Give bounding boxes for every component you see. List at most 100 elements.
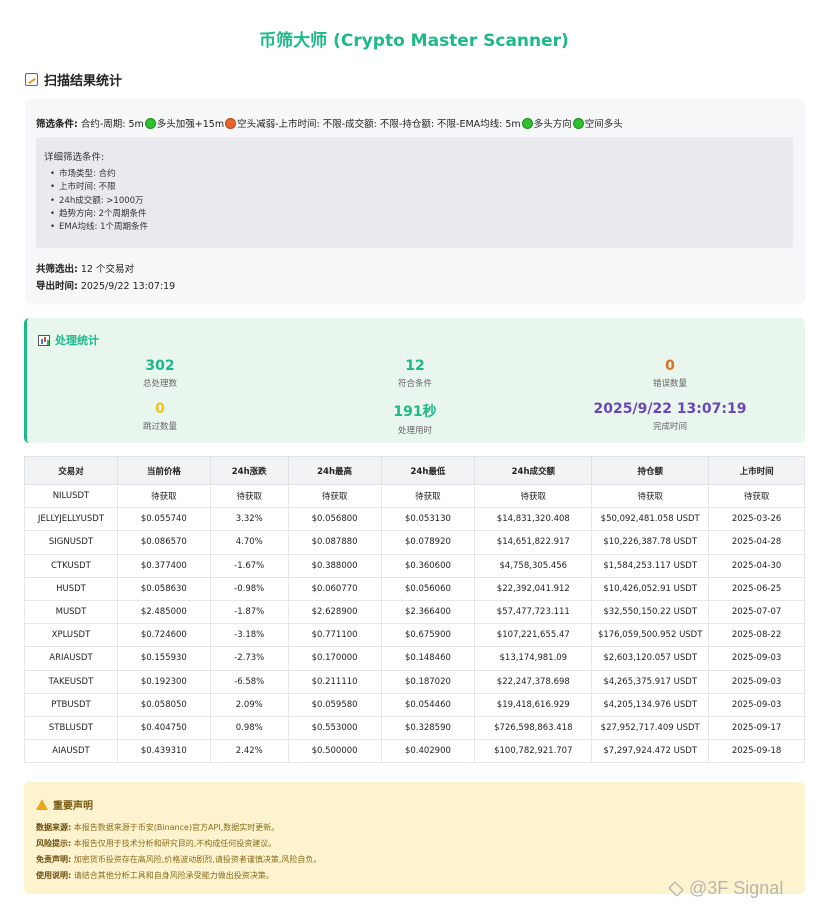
table-row[interactable]: TAKEUSDT $0.192300 -6.58% $0.211110 $0.18702…	[24, 669, 805, 694]
table-body: NILUSDT 待获取 待获取 待获取 待获取 待获取 待获取 待获取 JELLYJELLYUS…	[24, 483, 805, 764]
table-row[interactable]: STBLUSDT $0.404750 0.98% $0.553000 $0.328590…	[24, 715, 805, 741]
detail-conditions-box: 详细筛选条件: 市场类型: 合约 上市时间: 不限 24h成交额: >1000万…	[36, 137, 793, 248]
table-cell: $2.485000	[116, 599, 211, 625]
symbol-cell: NILUSDT	[24, 483, 118, 509]
table-row[interactable]: JELLYJELLYUSDT $0.055740 3.32% $0.056800 $0.…	[24, 507, 805, 532]
clipboard-chart-icon	[25, 73, 38, 86]
table-cell: $22,247,378.698	[474, 669, 593, 694]
table-cell: 2025-04-28	[708, 530, 805, 555]
table-cell: 待获取	[209, 483, 289, 509]
column-header[interactable]: 24h最高	[287, 456, 382, 485]
metric-label: 错误数量	[652, 379, 687, 389]
table-cell: 2025-08-22	[708, 623, 805, 648]
metric-completed: 2025/9/22 13:07:19 完成时间	[570, 401, 770, 432]
table-cell: $0.148460	[380, 646, 476, 671]
metric-value: 2025/9/22 13:07:19	[593, 401, 747, 417]
list-item: EMA均线: 1个周期条件	[50, 221, 148, 234]
green-circle-icon	[521, 118, 533, 129]
table-cell: $4,758,305.456	[474, 553, 593, 578]
notice-text: 本报告仅用于技术分析和研究目的,不构成任何投资建议。	[71, 839, 277, 848]
notice-heading: 重要声明	[36, 797, 93, 812]
table-row[interactable]: ARIAUSDT $0.155930 -2.73% $0.170000 $0.14846…	[24, 646, 805, 671]
table-cell: $0.404750	[116, 715, 211, 741]
table-cell: 2025-09-17	[708, 715, 805, 741]
table-cell: $0.377400	[116, 553, 211, 578]
bar-chart-icon	[38, 334, 50, 346]
column-header[interactable]: 24h最低	[380, 456, 476, 485]
table-cell: $0.500000	[287, 739, 382, 764]
table-cell: 3.32%	[209, 507, 289, 532]
table-cell: $176,059,500.952 USDT	[591, 623, 710, 648]
table-cell: $0.724600	[116, 623, 211, 648]
table-row[interactable]: SIGNUSDT $0.086570 4.70% $0.087880 $0.078920…	[24, 530, 805, 555]
table-cell: 4.70%	[209, 530, 289, 555]
table-cell: $0.056060	[380, 576, 476, 601]
metric-matched: 12 符合条件	[315, 358, 515, 389]
scan-results-card: 筛选条件: 合约-周期: 5m 多头加强+15m 空头减弱-上市时间: 不限-成交额…	[25, 99, 805, 304]
table-cell: $10,226,387.78 USDT	[591, 530, 710, 555]
table-cell: $0.402900	[380, 739, 476, 764]
metric-value: 191秒	[393, 404, 437, 420]
symbol-cell: XPLUSDT	[24, 623, 118, 648]
notice-line: 使用说明: 请结合其他分析工具和自身风险承受能力做出投资决策。	[36, 870, 274, 881]
section-heading: 扫描结果统计	[25, 70, 122, 89]
table-header-row: 交易对 当前价格 24h涨跌 24h最高 24h最低 24h成交额 持仓额 上市…	[24, 456, 805, 485]
table-row[interactable]: MUSDT $2.485000 -1.87% $2.628900 $2.366400 $5…	[24, 599, 805, 625]
symbol-cell: STBLUSDT	[24, 715, 118, 741]
symbol-cell: ARIAUSDT	[24, 646, 118, 671]
filter-conditions: 筛选条件: 合约-周期: 5m 多头加强+15m 空头减弱-上市时间: 不限-成交额…	[36, 116, 623, 130]
table-cell: 待获取	[708, 483, 805, 509]
column-header[interactable]: 当前价格	[116, 456, 211, 485]
column-header[interactable]: 持仓额	[591, 456, 710, 485]
table-cell: $0.675900	[380, 623, 476, 648]
processing-title: 处理统计	[55, 334, 99, 347]
table-cell: $0.087880	[287, 530, 382, 555]
table-cell: $0.058050	[116, 692, 211, 717]
column-header[interactable]: 交易对	[24, 456, 118, 485]
table-cell: $0.058630	[116, 576, 211, 601]
column-header[interactable]: 24h成交额	[474, 456, 593, 485]
table-cell: $0.155930	[116, 646, 211, 671]
list-item: 24h成交额: >1000万	[50, 195, 148, 208]
processing-heading: 处理统计	[38, 332, 99, 348]
column-header[interactable]: 上市时间	[708, 456, 805, 485]
table-cell: $14,651,822.917	[474, 530, 593, 555]
notice-line: 免责声明: 加密货币投资存在高风险,价格波动剧烈,请投资者谨慎决策,风险自负。	[36, 854, 321, 865]
symbol-cell: HUSDT	[24, 576, 118, 601]
export-value: 2025/9/22 13:07:19	[77, 281, 176, 292]
table-cell: $57,477,723.111	[474, 599, 593, 625]
list-item: 趋势方向: 2个周期条件	[50, 208, 148, 221]
table-cell: $0.553000	[287, 715, 382, 741]
total-count: 共筛选出: 12 个交易对	[36, 261, 134, 275]
table-row[interactable]: XPLUSDT $0.724600 -3.18% $0.771100 $0.675900…	[24, 623, 805, 648]
watermark-logo-icon	[668, 880, 684, 897]
table-cell: $22,392,041.912	[474, 576, 593, 601]
filter-label: 筛选条件:	[36, 119, 78, 130]
table-row[interactable]: PTBUSDT $0.058050 2.09% $0.059580 $0.054460 $…	[24, 692, 805, 717]
detail-title: 详细筛选条件:	[44, 152, 105, 163]
column-header[interactable]: 24h涨跌	[209, 456, 289, 485]
notice-label: 使用说明:	[36, 871, 72, 880]
metric-skipped: 0 跳过数量	[60, 401, 260, 432]
notice-line: 数据来源: 本报告数据来源于币安(Binance)官方API,数据实时更新。	[36, 822, 279, 833]
metric-label: 处理用时	[397, 426, 432, 436]
notice-text: 加密货币投资存在高风险,价格波动剧烈,请投资者谨慎决策,风险自负。	[71, 855, 322, 864]
table-cell: 2025-09-03	[708, 692, 805, 717]
green-circle-icon	[572, 118, 584, 129]
metric-duration: 191秒 处理用时	[315, 401, 515, 436]
table-row[interactable]: CTKUSDT $0.377400 -1.67% $0.388000 $0.360600…	[24, 553, 805, 578]
notice-title: 重要声明	[53, 801, 93, 812]
filter-text-5: 空间多头	[584, 119, 623, 130]
symbol-cell: AIAUSDT	[24, 739, 118, 764]
table-cell: 0.98%	[209, 715, 289, 741]
table-cell: $2.366400	[380, 599, 476, 625]
table-cell: -0.98%	[209, 576, 289, 601]
filter-text-3: 空头减弱-上市时间: 不限-成交额: 不限-持仓额: 不限-EMA均线: 5m	[237, 119, 521, 130]
table-cell: -2.73%	[209, 646, 289, 671]
notice-text: 请结合其他分析工具和自身风险承受能力做出投资决策。	[71, 871, 274, 880]
metric-value: 302	[145, 358, 175, 374]
table-row[interactable]: NILUSDT 待获取 待获取 待获取 待获取 待获取 待获取 待获取	[24, 483, 805, 509]
table-row[interactable]: AIAUSDT $0.439310 2.42% $0.500000 $0.402900 $…	[24, 739, 805, 764]
table-cell: $107,221,655.47	[474, 623, 593, 648]
table-row[interactable]: HUSDT $0.058630 -0.98% $0.060770 $0.056060 $2…	[24, 576, 805, 601]
